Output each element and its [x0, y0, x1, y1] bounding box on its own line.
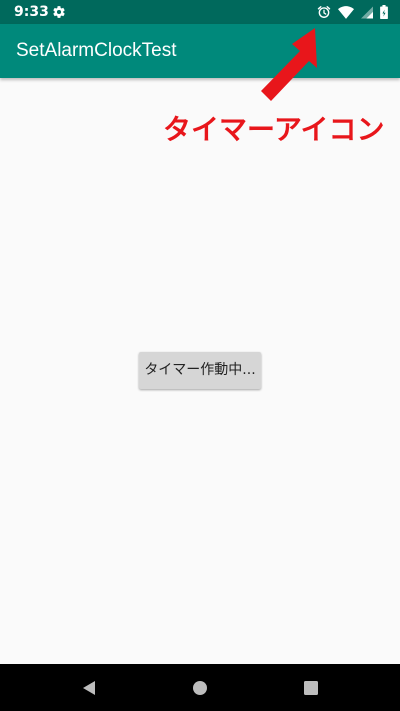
gear-icon — [53, 6, 65, 18]
signal-icon — [361, 6, 373, 18]
app-title: SetAlarmClockTest — [16, 40, 177, 61]
status-bar: 9:33 — [0, 0, 400, 24]
wifi-icon — [338, 5, 354, 19]
timer-running-button[interactable]: タイマー作動中... — [139, 352, 261, 389]
annotation-label: タイマーアイコン — [163, 113, 385, 146]
home-icon[interactable] — [190, 678, 210, 698]
back-icon[interactable] — [79, 678, 99, 698]
status-time: 9:33 — [14, 4, 49, 20]
alarm-clock-icon — [317, 6, 331, 18]
red-arrow-icon — [261, 28, 317, 101]
battery-icon — [380, 5, 388, 19]
recents-icon[interactable] — [301, 678, 321, 698]
navigation-bar — [0, 664, 400, 711]
app-bar: SetAlarmClockTest — [0, 24, 400, 78]
status-icons — [317, 4, 388, 20]
